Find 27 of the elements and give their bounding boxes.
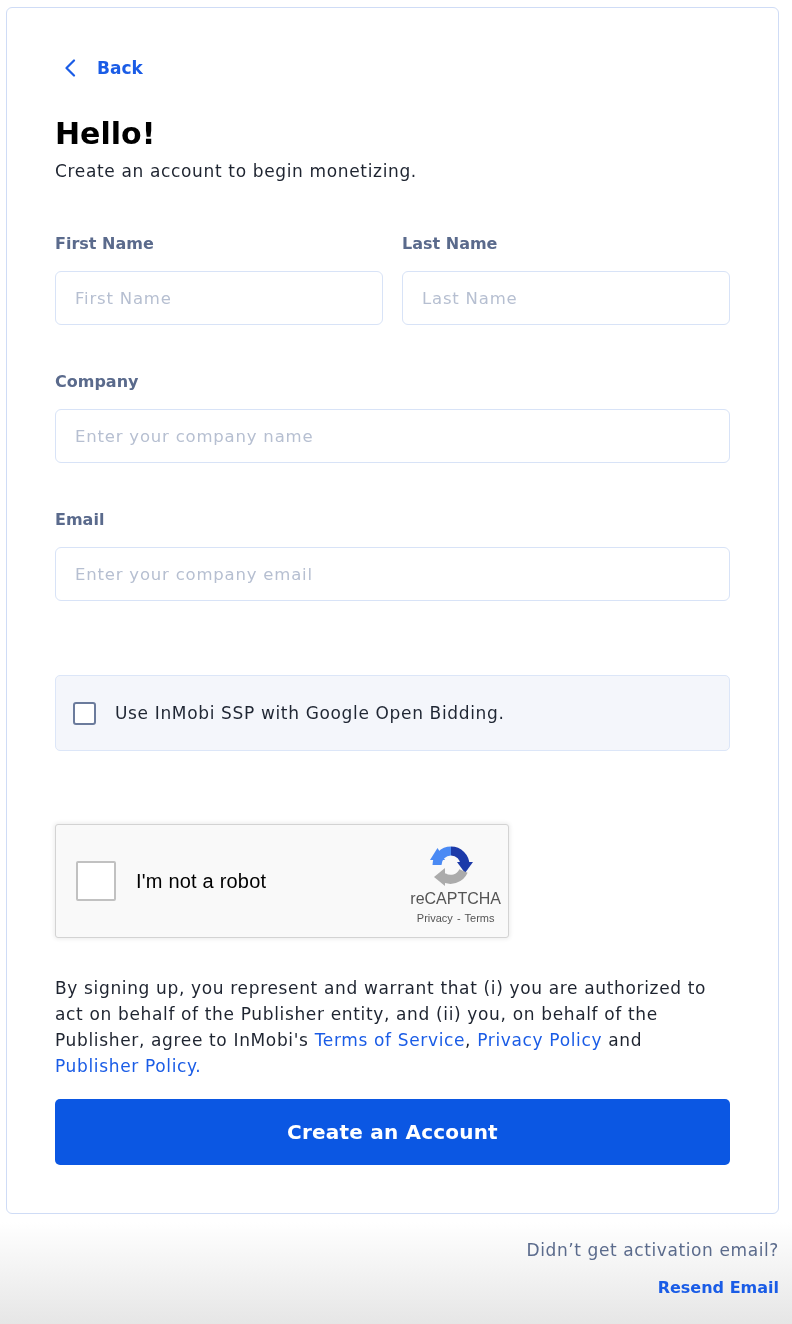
page-subtitle: Create an account to begin monetizing. <box>55 160 417 182</box>
text-input[interactable]: First Name <box>55 271 383 325</box>
privacy-policy-link[interactable]: Privacy Policy <box>477 1030 603 1050</box>
text-input[interactable]: Enter your company name <box>55 409 730 463</box>
create-account-button[interactable]: Create an Account <box>55 1099 730 1165</box>
resend-email-link[interactable]: Resend Email <box>657 1277 779 1299</box>
page-heading: Hello! <box>55 115 156 153</box>
field-label: Email <box>55 509 105 531</box>
chevron-left-icon <box>64 59 76 77</box>
back-link[interactable]: Back <box>55 57 143 79</box>
captcha-label[interactable]: I'm not a robot <box>136 869 267 893</box>
field-label: First Name <box>55 233 154 255</box>
terms-text: By signing up, you represent and warrant that (i) you are authorized to act on behalf of the Publisher entity, and (ii) you, on behalf of the Publisher, agree to InMobi's Terms of Service, Privacy Policy and Publisher Policy. <box>55 977 708 1078</box>
captcha-brand: reCAPTCHA <box>410 890 501 908</box>
field-label: Company <box>55 371 139 393</box>
checkbox-label[interactable]: Use InMobi SSP with Google Open Bidding. <box>115 702 505 724</box>
text-input[interactable]: Enter your company email <box>55 547 730 601</box>
text-input[interactable]: Last Name <box>402 271 730 325</box>
field-label: Last Name <box>402 233 498 255</box>
captcha-checkbox[interactable] <box>76 861 116 901</box>
publisher-policy-link[interactable]: Publisher Policy. <box>55 1056 202 1076</box>
terms-link[interactable]: Terms <box>464 911 495 925</box>
terms-of-service-link[interactable]: Terms of Service <box>314 1030 466 1050</box>
checkbox[interactable] <box>73 701 96 725</box>
link-separator: - <box>456 911 461 925</box>
privacy-link[interactable]: Privacy <box>416 911 453 925</box>
activation-prompt: Didn’t get activation email? <box>526 1239 779 1261</box>
